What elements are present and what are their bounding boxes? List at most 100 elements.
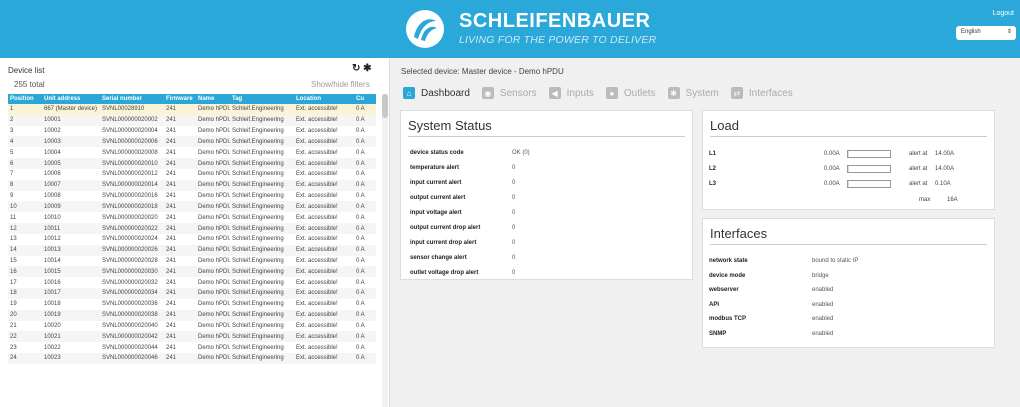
load-current-value: 0.00A [824,181,840,187]
table-cell: 10005 [42,158,100,169]
table-cell: SVNL000000020040 [102,322,158,329]
table-cell: 4 [8,136,42,148]
table-cell: 10003 [42,136,100,148]
table-cell: 0 A [354,223,376,234]
gear-icon[interactable]: ✱ [363,63,371,74]
table-cell: 10019 [42,309,100,321]
table-cell: Demo hPDU [198,171,230,178]
table-row[interactable]: 15 10014 SVNL000000020028 241 Demo hPDU Schle… [8,256,376,267]
language-value: English [961,29,981,35]
table-row[interactable]: 19 10018 SVNL000000020036 241 Demo hPDU Schle… [8,299,376,310]
table-row[interactable]: 11 10010 SVNL000000020020 241 Demo hPDU Schle… [8,212,376,223]
table-cell: Schleif.Engineering [232,193,284,200]
table-cell: 10010 [44,214,61,221]
device-list-scrollbar[interactable] [382,94,388,407]
table-cell: Schleif.Engineering [230,136,294,148]
table-cell: SVNL000000020024 [102,236,158,243]
status-key: output current drop alert [410,225,481,231]
table-row[interactable]: 8 10007 SVNL000000020014 241 Demo hPDU Schlei… [8,179,376,191]
column-header[interactable]: Firmware [164,94,196,104]
table-row[interactable]: 10 10009 SVNL000000020018 241 Demo hPDU Schle… [8,201,376,213]
load-current-value: 0.00A [824,151,840,157]
table-cell: SVNL000000020006 [100,136,164,148]
table-cell: SVNL000000020030 [100,266,164,278]
table-cell: SVNL000000020018 [100,201,164,213]
logout-link[interactable]: Logout [993,10,1014,17]
table-cell: Demo hPDU [198,344,230,351]
table-row[interactable]: 21 10020 SVNL000000020040 241 Demo hPDU Schle… [8,321,376,332]
column-header[interactable]: Location [294,94,354,104]
interfaces-title: Interfaces [710,226,768,241]
table-cell: 0 A [356,149,365,156]
status-value: 0 [512,210,516,216]
table-row[interactable]: 13 10012 SVNL000000020024 241 Demo hPDU Schle… [8,234,376,245]
table-row[interactable]: 23 10022 SVNL000000020044 241 Demo hPDU Schle… [8,342,376,353]
table-cell: Ext. accessible! [294,353,354,364]
table-cell: 241 [164,114,196,126]
column-header[interactable]: Cu [354,94,376,104]
show-hide-filters-link[interactable]: Show/hide filters [311,80,370,89]
interface-value: enabled [812,301,834,308]
table-cell: 241 [166,171,177,178]
alert-label: alert at [909,151,928,157]
table-row[interactable]: 5 10004 SVNL000000020008 241 Demo hPDU Schlei… [8,147,376,158]
table-row[interactable]: 12 10011 SVNL000000020022 241 Demo hPDU Schle… [8,223,376,234]
table-cell: 241 [164,244,196,256]
table-row[interactable]: 24 10023 SVNL000000020046 241 Demo hPDU Schle… [8,353,376,364]
table-cell: 10009 [42,201,100,213]
table-cell: Ext. accessible! [296,149,338,156]
table-cell: 0 A [356,236,365,243]
tab-inputs[interactable]: ◀ Inputs [548,87,594,99]
table-row[interactable]: 2 10001 SVNL000000020002 241 Demo hPDU Schlei… [8,114,376,126]
interface-key: modbus TCP [709,316,746,322]
column-header[interactable]: Unit address [42,94,100,104]
table-row[interactable]: 7 10006 SVNL000000020012 241 Demo hPDU Schlei… [8,169,376,180]
table-cell: Schleif.Engineering [230,353,294,364]
refresh-icon[interactable]: ↻ [352,63,360,74]
table-cell: SVNL000000020014 [100,179,164,191]
column-header[interactable]: Serial number [100,94,164,104]
table-row[interactable]: 1 667 (Master device) SVNL00028910 241 Demo … [8,104,376,115]
table-row[interactable]: 20 10019 SVNL000000020038 241 Demo hPDU Schle… [8,309,376,321]
table-row[interactable]: 4 10003 SVNL000000020006 241 Demo hPDU Schlei… [8,136,376,148]
table-cell: Demo hPDU [198,301,230,308]
device-table-wrapper: Position Unit address Serial number Firmwar… [8,94,376,407]
tab-interfaces[interactable]: ⇄ Interfaces [730,87,793,99]
outlet-icon: ● [605,87,618,99]
table-cell: Ext. accessible! [296,214,338,221]
table-cell: 21 [10,322,17,329]
table-row[interactable]: 16 10015 SVNL000000020030 241 Demo hPDU Schle… [8,266,376,278]
column-header[interactable]: Tag [230,94,294,104]
table-cell: Demo hPDU [196,353,230,364]
column-header[interactable]: Position [8,94,42,104]
detail-tabs: ⌂ Dashboard ◉ Sensors ◀ Inputs ● Outlets ✱ System… [403,85,805,101]
table-cell: 0 A [354,179,376,191]
language-select[interactable]: English ⇕ [956,26,1016,40]
table-cell: Schleif.Engineering [230,309,294,321]
table-cell: Demo hPDU [196,104,230,115]
table-cell: 12 [8,223,42,234]
interface-value: bridge [812,272,829,279]
table-cell: SVNL000000020036 [102,301,158,308]
column-header[interactable]: Name [196,94,230,104]
tab-dashboard[interactable]: ⌂ Dashboard [403,87,470,99]
tab-system[interactable]: ✱ System [667,87,719,99]
interfaces-icon: ⇄ [730,87,743,99]
table-row[interactable]: 9 10008 SVNL000000020016 241 Demo hPDU Schlei… [8,191,376,202]
table-row[interactable]: 14 10013 SVNL000000020026 241 Demo hPDU Schle… [8,244,376,256]
table-row[interactable]: 18 10017 SVNL000000020034 241 Demo hPDU Schle… [8,288,376,299]
table-row[interactable]: 6 10005 SVNL000000020010 241 Demo hPDU Schlei… [8,158,376,169]
device-total: 255 total [14,80,45,89]
load-bar-fill [848,181,849,187]
interface-value: enabled [812,316,834,322]
table-row[interactable]: 3 10002 SVNL000000020004 241 Demo hPDU Schlei… [8,126,376,137]
scrollbar-thumb[interactable] [382,94,388,118]
load-bar [847,150,891,158]
table-cell: 241 [164,158,196,169]
tab-sensors[interactable]: ◉ Sensors [481,87,537,99]
status-value: 0 [512,180,516,186]
table-row[interactable]: 17 10016 SVNL000000020032 241 Demo hPDU Schle… [8,277,376,288]
table-cell: 0 A [354,288,376,299]
table-row[interactable]: 22 10021 SVNL000000020042 241 Demo hPDU Schle… [8,331,376,343]
tab-outlets[interactable]: ● Outlets [605,87,656,99]
